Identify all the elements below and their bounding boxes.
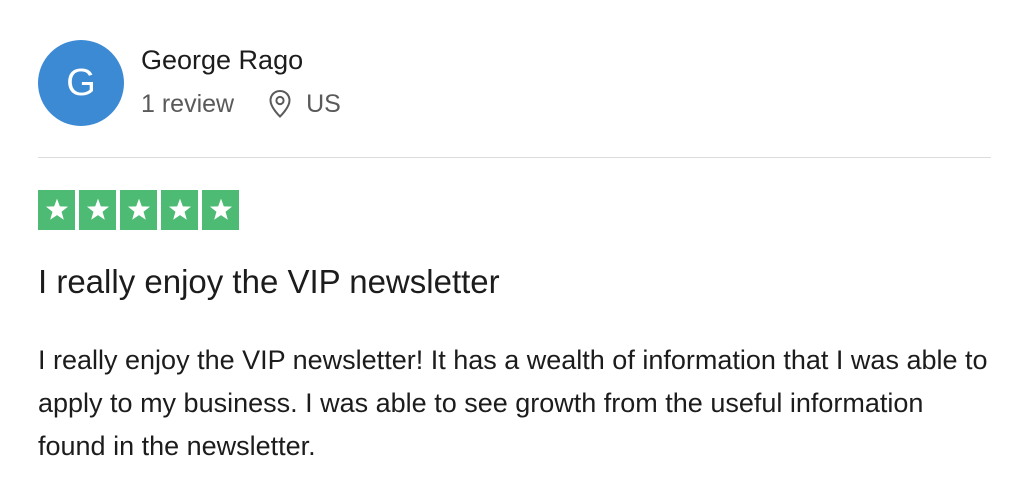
location-pin-icon — [268, 89, 292, 119]
reviewer-location: US — [268, 89, 341, 119]
star-icon — [161, 190, 198, 230]
star-icon — [79, 190, 116, 230]
avatar[interactable]: G — [38, 40, 124, 126]
review-title[interactable]: I really enjoy the VIP newsletter — [38, 262, 500, 302]
reviewer-name[interactable]: George Rago — [141, 44, 303, 76]
divider — [38, 157, 991, 158]
review-card: G George Rago 1 review US I really enjoy… — [0, 0, 1024, 497]
star-rating — [38, 190, 239, 230]
review-body: I really enjoy the VIP newsletter! It ha… — [38, 345, 988, 461]
star-icon — [120, 190, 157, 230]
review-count: 1 review — [141, 89, 235, 118]
avatar-initial: G — [66, 61, 96, 104]
star-icon — [202, 190, 239, 230]
reviewer-meta: 1 review US — [141, 88, 341, 120]
location-label: US — [306, 89, 341, 118]
star-icon — [38, 190, 75, 230]
